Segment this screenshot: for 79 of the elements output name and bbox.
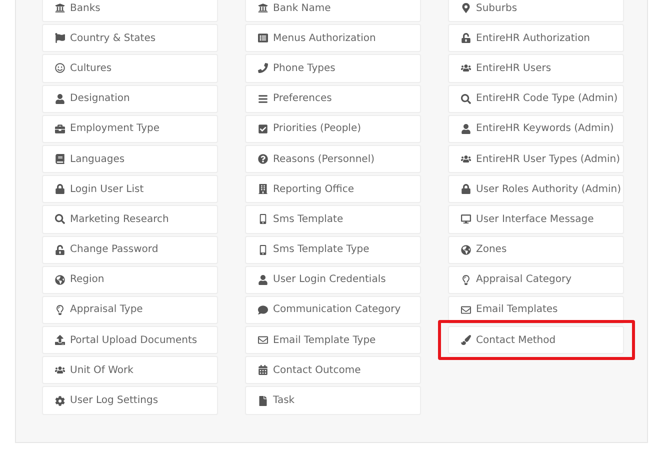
upload-icon	[55, 335, 65, 346]
lightbulb-icon	[55, 304, 65, 315]
settings-link[interactable]: Task	[245, 386, 421, 415]
lock-icon	[55, 184, 65, 194]
settings-link[interactable]: Menus Authorization	[245, 24, 421, 52]
monitor-icon	[461, 214, 471, 224]
users-icon	[461, 154, 471, 164]
envelope-icon	[461, 304, 471, 315]
settings-link[interactable]: User Login Credentials	[245, 266, 421, 294]
settings-link[interactable]: Contact Method	[448, 326, 624, 354]
settings-link[interactable]: Communication Category	[245, 296, 421, 324]
lock-icon	[461, 184, 471, 194]
menu-icon	[258, 94, 268, 104]
question-icon	[258, 154, 268, 164]
globe-icon	[55, 274, 65, 285]
list-icon	[258, 33, 268, 44]
briefcase-icon	[55, 124, 65, 134]
bank-icon	[258, 3, 268, 14]
settings-link[interactable]: Unit Of Work	[42, 356, 218, 384]
settings-link[interactable]: Priorities (People)	[245, 114, 421, 143]
phone-icon	[258, 63, 268, 74]
settings-link[interactable]: Preferences	[245, 84, 421, 113]
settings-link[interactable]: Suburbs	[448, 0, 624, 22]
settings-link[interactable]: EntireHR Keywords (Admin)	[448, 114, 624, 143]
settings-link[interactable]: Zones	[448, 236, 624, 264]
unlock-icon	[461, 33, 471, 44]
settings-link[interactable]: Portal Upload Documents	[42, 326, 218, 354]
brush-icon	[461, 335, 471, 346]
settings-link[interactable]: User Roles Authority (Admin)	[448, 175, 624, 204]
settings-link[interactable]: Cultures	[42, 54, 218, 83]
users-icon	[55, 365, 65, 376]
mobile-icon	[258, 214, 268, 224]
map-pin-icon	[461, 3, 471, 14]
settings-link[interactable]: Designation	[42, 84, 218, 113]
search-icon	[55, 214, 65, 224]
settings-link[interactable]: EntireHR Users	[448, 54, 624, 83]
settings-link[interactable]: Change Password	[42, 236, 218, 264]
user-icon	[55, 94, 65, 104]
file-icon	[258, 396, 268, 406]
settings-link[interactable]: Email Template Type	[245, 326, 421, 354]
settings-icon	[55, 396, 65, 406]
settings-link[interactable]: Reporting Office	[245, 175, 421, 204]
settings-link[interactable]: Appraisal Category	[448, 266, 624, 294]
checkbox-icon	[258, 124, 268, 134]
settings-link[interactable]: User Log Settings	[42, 386, 218, 415]
settings-link[interactable]: Phone Types	[245, 54, 421, 83]
settings-link[interactable]: Country & States	[42, 24, 218, 52]
settings-link[interactable]: Appraisal Type	[42, 296, 218, 324]
users-icon	[461, 63, 471, 74]
comment-icon	[258, 304, 268, 315]
smiley-icon	[55, 63, 65, 74]
settings-link[interactable]: Employment Type	[42, 114, 218, 143]
lightbulb-icon	[461, 274, 471, 285]
building-icon	[258, 184, 268, 194]
settings-link[interactable]: Banks	[42, 0, 218, 22]
settings-link[interactable]: Login User List	[42, 175, 218, 204]
settings-link[interactable]: Reasons (Personnel)	[245, 144, 421, 174]
settings-link[interactable]: Languages	[42, 144, 218, 174]
book-icon	[55, 154, 65, 164]
settings-link[interactable]: Sms Template	[245, 205, 421, 234]
mobile-icon	[258, 244, 268, 255]
settings-link[interactable]: Region	[42, 266, 218, 294]
flag-icon	[55, 33, 65, 44]
bank-icon	[55, 3, 65, 14]
settings-link[interactable]: Contact Outcome	[245, 356, 421, 384]
user-icon	[461, 124, 471, 134]
search-icon	[461, 94, 471, 104]
settings-link[interactable]: Bank Name	[245, 0, 421, 22]
settings-link[interactable]: Marketing Research	[42, 205, 218, 234]
globe-icon	[461, 244, 471, 255]
settings-link[interactable]: User Interface Message	[448, 205, 624, 234]
user-icon	[258, 274, 268, 285]
envelope-icon	[258, 335, 268, 346]
calendar-icon	[258, 365, 268, 376]
settings-link[interactable]: Sms Template Type	[245, 236, 421, 264]
settings-link[interactable]: EntireHR Authorization	[448, 24, 624, 52]
unlock-icon	[55, 244, 65, 255]
settings-link[interactable]: EntireHR User Types (Admin)	[448, 144, 624, 174]
settings-link[interactable]: EntireHR Code Type (Admin)	[448, 84, 624, 113]
